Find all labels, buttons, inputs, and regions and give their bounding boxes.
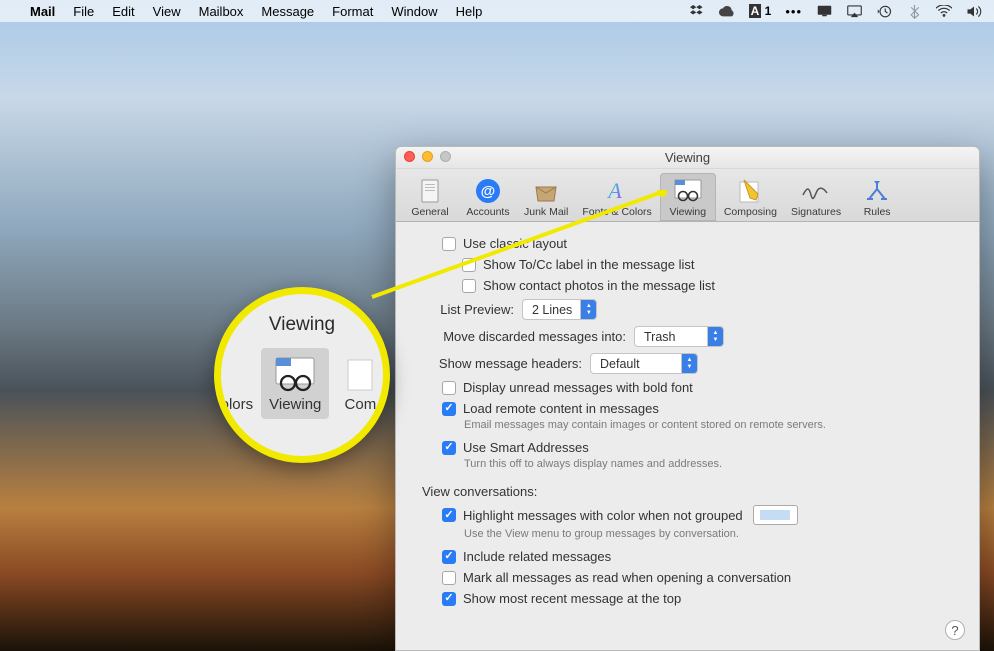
label-move-discarded: Move discarded messages into: xyxy=(422,329,634,344)
junk-icon xyxy=(531,177,561,205)
label-use-classic-layout: Use classic layout xyxy=(463,236,567,251)
tab-signatures[interactable]: Signatures xyxy=(785,173,847,221)
zoom-button[interactable] xyxy=(440,151,451,162)
titlebar[interactable]: Viewing xyxy=(396,147,979,169)
select-move-discarded[interactable]: Trash xyxy=(634,326,724,347)
tab-fonts-colors[interactable]: A Fonts & Colors xyxy=(576,173,657,221)
svg-text:A: A xyxy=(606,178,622,203)
close-button[interactable] xyxy=(404,151,415,162)
menu-mailbox[interactable]: Mailbox xyxy=(199,4,244,19)
tab-general[interactable]: General xyxy=(402,173,458,221)
signatures-icon xyxy=(801,177,831,205)
menu-view[interactable]: View xyxy=(153,4,181,19)
tab-rules[interactable]: Rules xyxy=(849,173,905,221)
label-highlight-color: Highlight messages with color when not g… xyxy=(463,508,743,523)
check-load-remote[interactable] xyxy=(442,402,456,416)
help-button[interactable]: ? xyxy=(945,620,965,640)
check-include-related[interactable] xyxy=(442,550,456,564)
general-icon xyxy=(415,177,445,205)
label-load-remote: Load remote content in messages xyxy=(463,401,659,416)
menu-edit[interactable]: Edit xyxy=(112,4,134,19)
sub-use-smart-addresses: Turn this off to always display names an… xyxy=(464,458,953,470)
sub-load-remote: Email messages may contain images or con… xyxy=(464,419,953,431)
menu-format[interactable]: Format xyxy=(332,4,373,19)
wifi-icon[interactable] xyxy=(936,3,952,19)
check-highlight-color[interactable] xyxy=(442,508,456,522)
timemachine-icon[interactable] xyxy=(876,3,892,19)
check-use-classic-layout[interactable] xyxy=(442,237,456,251)
viewing-pane: Use classic layout Show To/Cc label in t… xyxy=(396,222,979,650)
callout-left-tab: olors xyxy=(214,344,261,419)
menu-message[interactable]: Message xyxy=(261,4,314,19)
callout-composing-icon xyxy=(337,354,383,394)
window-title: Viewing xyxy=(665,150,710,165)
prefs-toolbar: General @ Accounts Junk Mail A Fonts & C… xyxy=(396,169,979,222)
accounts-icon: @ xyxy=(473,177,503,205)
check-mark-all-read[interactable] xyxy=(442,571,456,585)
label-show-headers: Show message headers: xyxy=(422,356,590,371)
menubar: Mail File Edit View Mailbox Message Form… xyxy=(0,0,994,22)
callout-right-tab: Com xyxy=(329,348,390,419)
callout-bubble: Viewing olors Viewing Com xyxy=(214,287,390,463)
preferences-window: Viewing General @ Accounts Junk Mail A F… xyxy=(395,146,980,651)
callout-title: Viewing xyxy=(269,314,335,336)
check-show-contact-photos[interactable] xyxy=(462,279,476,293)
label-show-contact-photos: Show contact photos in the message list xyxy=(483,278,715,293)
svg-text:@: @ xyxy=(481,183,496,200)
check-use-smart-addresses[interactable] xyxy=(442,441,456,455)
more-icon[interactable]: ••• xyxy=(785,4,802,19)
volume-icon[interactable] xyxy=(966,3,982,19)
callout-center-tab: Viewing xyxy=(261,348,329,419)
label-show-tocc: Show To/Cc label in the message list xyxy=(483,257,694,272)
heading-view-conversations: View conversations: xyxy=(422,484,953,499)
menu-help[interactable]: Help xyxy=(456,4,483,19)
rules-icon xyxy=(862,177,892,205)
menu-window[interactable]: Window xyxy=(391,4,437,19)
check-show-most-recent[interactable] xyxy=(442,592,456,606)
cloud-icon[interactable] xyxy=(719,3,735,19)
airplay-icon[interactable] xyxy=(846,3,862,19)
dropbox-icon[interactable] xyxy=(689,3,705,19)
minimize-button[interactable] xyxy=(422,151,433,162)
highlight-color-swatch[interactable] xyxy=(753,505,798,525)
label-include-related: Include related messages xyxy=(463,549,611,564)
select-show-headers[interactable]: Default xyxy=(590,353,698,374)
select-list-preview[interactable]: 2 Lines xyxy=(522,299,597,320)
label-use-smart-addresses: Use Smart Addresses xyxy=(463,440,589,455)
menu-app[interactable]: Mail xyxy=(30,4,55,19)
fonts-colors-icon: A xyxy=(602,177,632,205)
adobe-indicator[interactable]: A 1 xyxy=(749,4,772,18)
callout-viewing-icon xyxy=(272,354,318,394)
menu-file[interactable]: File xyxy=(73,4,94,19)
sub-highlight-color: Use the View menu to group messages by c… xyxy=(464,528,953,540)
label-list-preview: List Preview: xyxy=(422,302,522,317)
bluetooth-icon[interactable] xyxy=(906,3,922,19)
composing-icon xyxy=(735,177,765,205)
tab-accounts[interactable]: @ Accounts xyxy=(460,173,516,221)
label-mark-all-read: Mark all messages as read when opening a… xyxy=(463,570,791,585)
display-icon[interactable] xyxy=(816,3,832,19)
tab-viewing[interactable]: Viewing xyxy=(660,173,716,221)
check-show-tocc[interactable] xyxy=(462,258,476,272)
tab-junk-mail[interactable]: Junk Mail xyxy=(518,173,574,221)
tab-composing[interactable]: Composing xyxy=(718,173,783,221)
label-show-most-recent: Show most recent message at the top xyxy=(463,591,681,606)
label-display-unread-bold: Display unread messages with bold font xyxy=(463,380,693,395)
check-display-unread-bold[interactable] xyxy=(442,381,456,395)
viewing-icon xyxy=(673,177,703,205)
menubar-right: A 1 ••• xyxy=(689,3,982,19)
